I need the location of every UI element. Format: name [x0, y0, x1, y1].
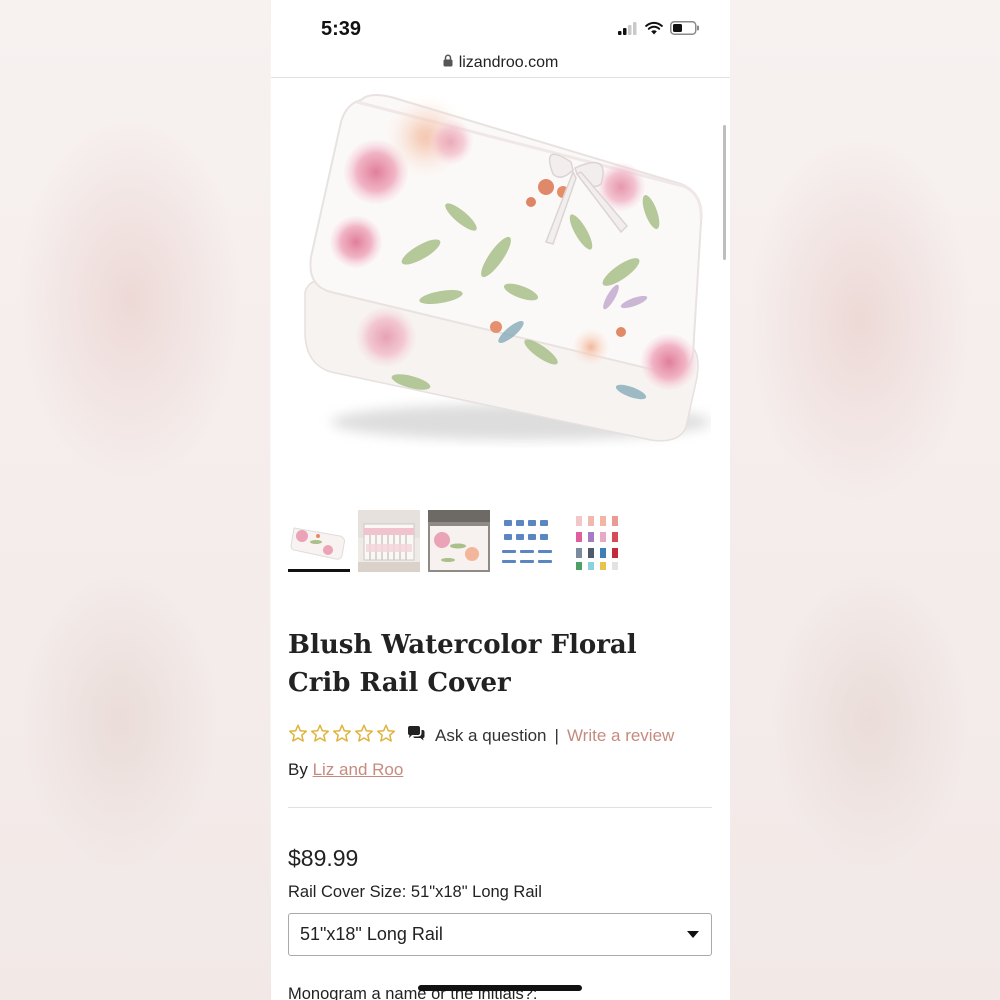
status-icons [618, 21, 700, 40]
product-price: $89.99 [288, 845, 359, 871]
caret-down-icon [687, 931, 699, 938]
thumbnail-strip [288, 510, 630, 572]
brand-row: By Liz and Roo [288, 760, 403, 780]
size-select[interactable]: 51"x18" Long Rail [288, 913, 712, 956]
size-label-row: Rail Cover Size: 51"x18" Long Rail [288, 883, 542, 902]
thumbnail-crib-with-rail-cover[interactable] [358, 510, 420, 572]
ask-question-link[interactable]: Ask a question [435, 726, 547, 746]
thumbnail-thread-colors[interactable] [568, 510, 630, 572]
divider [288, 807, 712, 808]
star-outline-icon [332, 724, 352, 748]
star-outline-icon [376, 724, 396, 748]
thumbnail-rail-cover-closeup[interactable] [428, 510, 490, 572]
brand-link[interactable]: Liz and Roo [313, 760, 404, 779]
size-select-value: 51"x18" Long Rail [300, 924, 443, 944]
product-main-image[interactable] [291, 92, 711, 462]
star-outline-icon [288, 724, 308, 748]
battery-icon [670, 21, 700, 40]
star-outline-icon [354, 724, 374, 748]
home-indicator [418, 985, 582, 991]
link-separator: | [554, 726, 559, 745]
thumbnail-folded-rail-cover[interactable] [288, 510, 350, 572]
wifi-icon [645, 21, 663, 40]
product-title: Blush Watercolor Floral Crib Rail Cover [288, 630, 637, 698]
by-prefix: By [288, 760, 308, 779]
size-selected-value: 51"x18" Long Rail [410, 883, 542, 901]
background-blur-right [730, 0, 1000, 1000]
write-review-link[interactable]: Write a review [567, 726, 674, 746]
status-time: 5:39 [321, 18, 362, 40]
star-rating[interactable] [288, 724, 396, 748]
size-label: Rail Cover Size: [288, 883, 407, 901]
address-bar[interactable]: lizandroo.com [271, 48, 730, 78]
phone-screen: 5:39 lizandroo.com Blush Watercolor Flor… [271, 0, 730, 1000]
chat-bubbles-icon [406, 725, 426, 747]
star-outline-icon [310, 724, 330, 748]
cellular-signal-icon [618, 21, 638, 40]
thumbnail-monogram-styles[interactable] [498, 510, 560, 572]
status-bar: 5:39 [271, 0, 730, 48]
rating-row: Ask a question | Write a review [288, 724, 674, 748]
url-text: lizandroo.com [458, 53, 559, 71]
active-thumbnail-indicator [288, 569, 350, 572]
background-blur-left [0, 0, 270, 1000]
scroll-indicator [723, 125, 726, 260]
lock-icon [443, 54, 453, 72]
